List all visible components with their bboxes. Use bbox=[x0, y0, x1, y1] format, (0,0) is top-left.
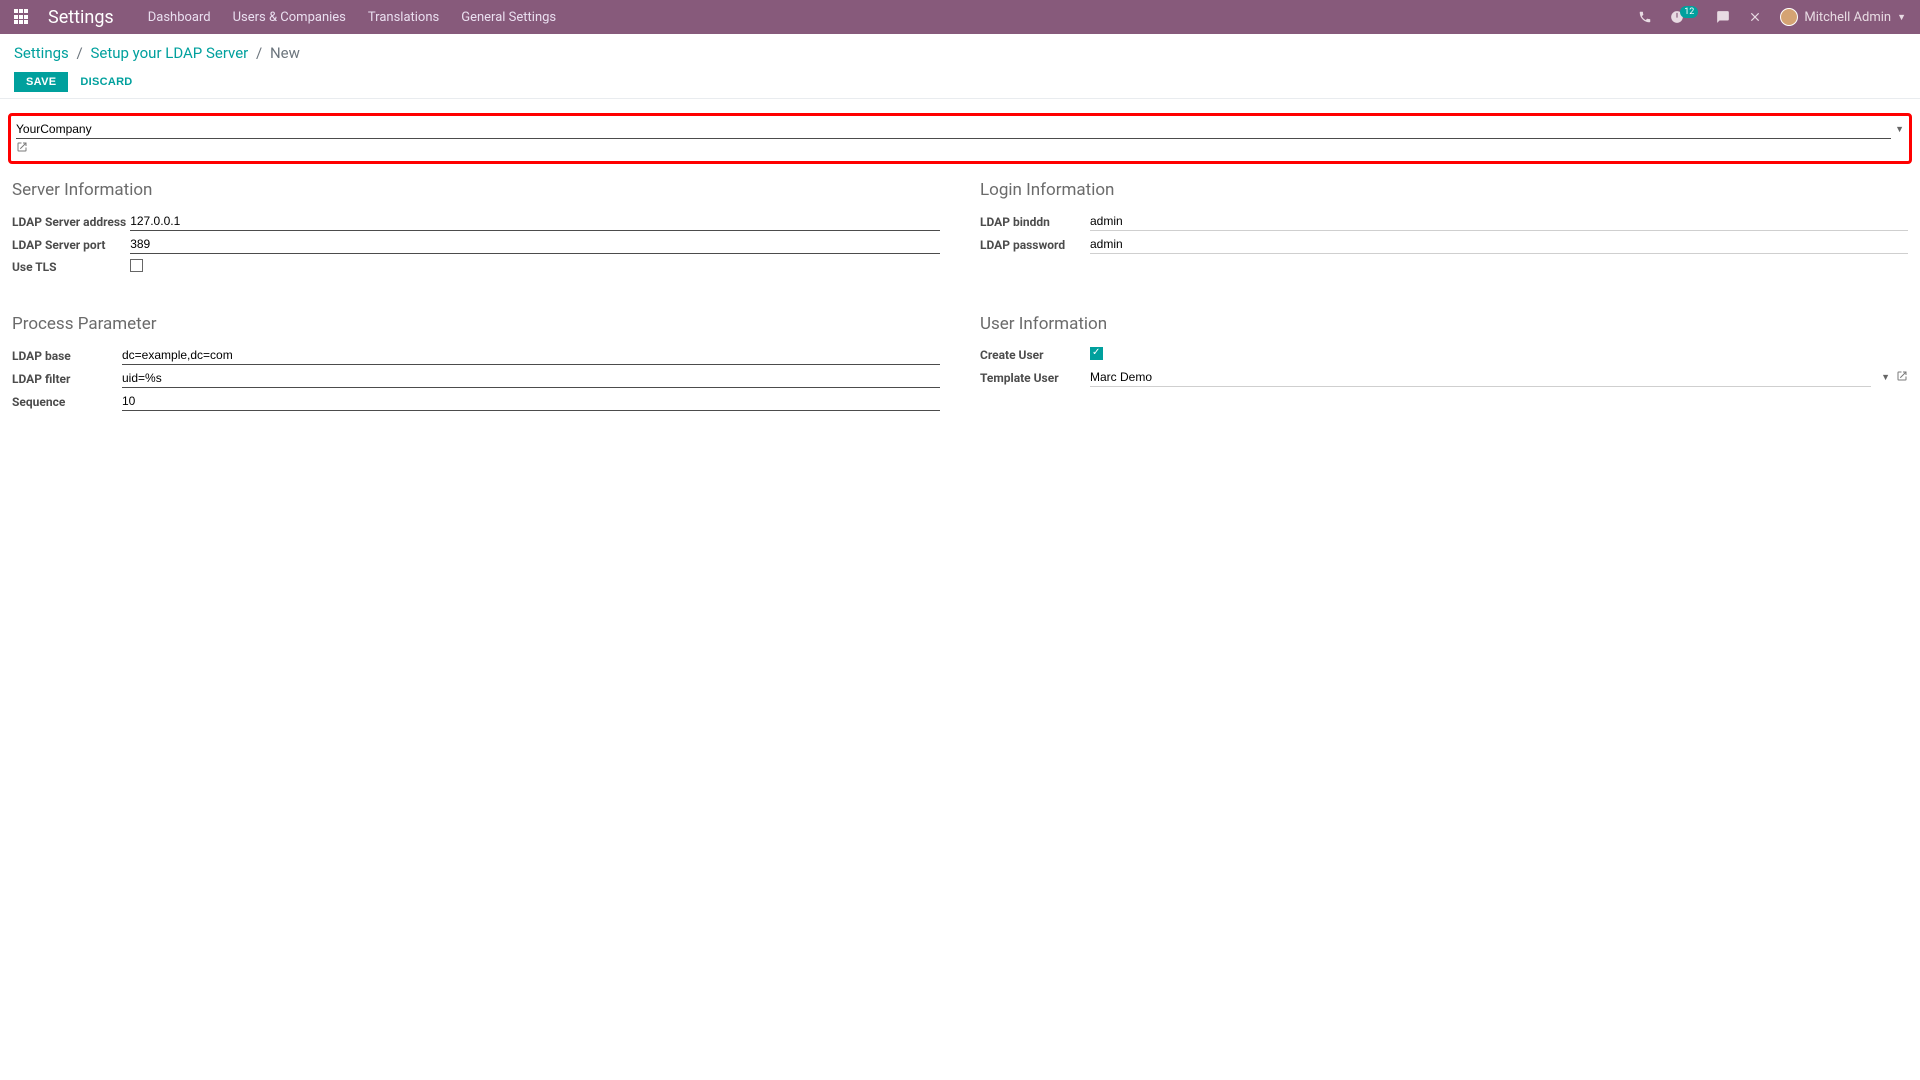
breadcrumb-current: New bbox=[270, 44, 300, 62]
apps-icon[interactable] bbox=[14, 9, 30, 25]
ldap-server-port-label: LDAP Server port bbox=[12, 233, 130, 256]
create-user-label: Create User bbox=[980, 344, 1090, 366]
process-param-title: Process Parameter bbox=[12, 314, 940, 334]
ldap-password-label: LDAP password bbox=[980, 233, 1090, 256]
login-info-title: Login Information bbox=[980, 180, 1908, 200]
right-column: Login Information LDAP binddn LDAP passw… bbox=[980, 174, 1908, 413]
ldap-server-address-input[interactable] bbox=[130, 212, 940, 231]
phone-icon[interactable] bbox=[1638, 10, 1652, 24]
form-sheet: ▼ Server Information LDAP Server address… bbox=[0, 99, 1920, 413]
ldap-base-input[interactable] bbox=[122, 346, 940, 365]
create-user-checkbox[interactable] bbox=[1090, 347, 1103, 360]
server-info-title: Server Information bbox=[12, 180, 940, 200]
company-highlight-box: ▼ bbox=[8, 113, 1912, 164]
use-tls-label: Use TLS bbox=[12, 256, 130, 278]
breadcrumb-settings[interactable]: Settings bbox=[14, 44, 69, 62]
save-button[interactable]: Save bbox=[14, 72, 68, 92]
company-dropdown-caret[interactable]: ▼ bbox=[1895, 124, 1904, 135]
app-brand[interactable]: Settings bbox=[48, 7, 114, 28]
menu-users-companies[interactable]: Users & Companies bbox=[233, 10, 346, 25]
use-tls-checkbox[interactable] bbox=[130, 259, 143, 272]
menu-dashboard[interactable]: Dashboard bbox=[148, 10, 211, 25]
discard-button[interactable]: Discard bbox=[76, 72, 136, 92]
ldap-filter-input[interactable] bbox=[122, 369, 940, 388]
sequence-input[interactable] bbox=[122, 392, 940, 411]
ldap-server-port-input[interactable] bbox=[130, 235, 940, 254]
menu-translations[interactable]: Translations bbox=[368, 10, 439, 25]
activity-badge: 12 bbox=[1680, 6, 1698, 18]
sequence-label: Sequence bbox=[12, 390, 122, 413]
ldap-server-address-label: LDAP Server address bbox=[12, 210, 130, 233]
external-link-icon[interactable] bbox=[16, 141, 30, 155]
main-navbar: Settings Dashboard Users & Companies Tra… bbox=[0, 0, 1920, 34]
avatar bbox=[1780, 8, 1798, 26]
user-name: Mitchell Admin bbox=[1804, 10, 1891, 25]
ldap-password-input[interactable] bbox=[1090, 235, 1908, 254]
company-field[interactable] bbox=[16, 120, 1891, 139]
chat-icon[interactable] bbox=[1716, 10, 1730, 24]
breadcrumb-ldap-setup[interactable]: Setup your LDAP Server bbox=[90, 44, 248, 62]
external-link-icon[interactable] bbox=[1896, 370, 1908, 386]
navbar-right: 12 Mitchell Admin ▼ bbox=[1638, 8, 1906, 26]
ldap-filter-label: LDAP filter bbox=[12, 367, 122, 390]
control-panel: Settings / Setup your LDAP Server / New … bbox=[0, 34, 1920, 99]
navbar-menu: Dashboard Users & Companies Translations… bbox=[148, 10, 556, 25]
template-user-dropdown-caret[interactable]: ▼ bbox=[1881, 372, 1890, 383]
user-menu[interactable]: Mitchell Admin ▼ bbox=[1780, 8, 1906, 26]
template-user-label: Template User bbox=[980, 366, 1090, 389]
ldap-binddn-label: LDAP binddn bbox=[980, 210, 1090, 233]
user-info-title: User Information bbox=[980, 314, 1908, 334]
activity-icon[interactable]: 12 bbox=[1670, 10, 1698, 24]
menu-general-settings[interactable]: General Settings bbox=[461, 10, 556, 25]
close-icon[interactable] bbox=[1748, 10, 1762, 24]
left-column: Server Information LDAP Server address L… bbox=[12, 174, 940, 413]
template-user-input[interactable] bbox=[1090, 368, 1871, 387]
breadcrumb: Settings / Setup your LDAP Server / New bbox=[14, 44, 1906, 62]
ldap-base-label: LDAP base bbox=[12, 344, 122, 367]
ldap-binddn-input[interactable] bbox=[1090, 212, 1908, 231]
caret-down-icon: ▼ bbox=[1897, 12, 1906, 23]
